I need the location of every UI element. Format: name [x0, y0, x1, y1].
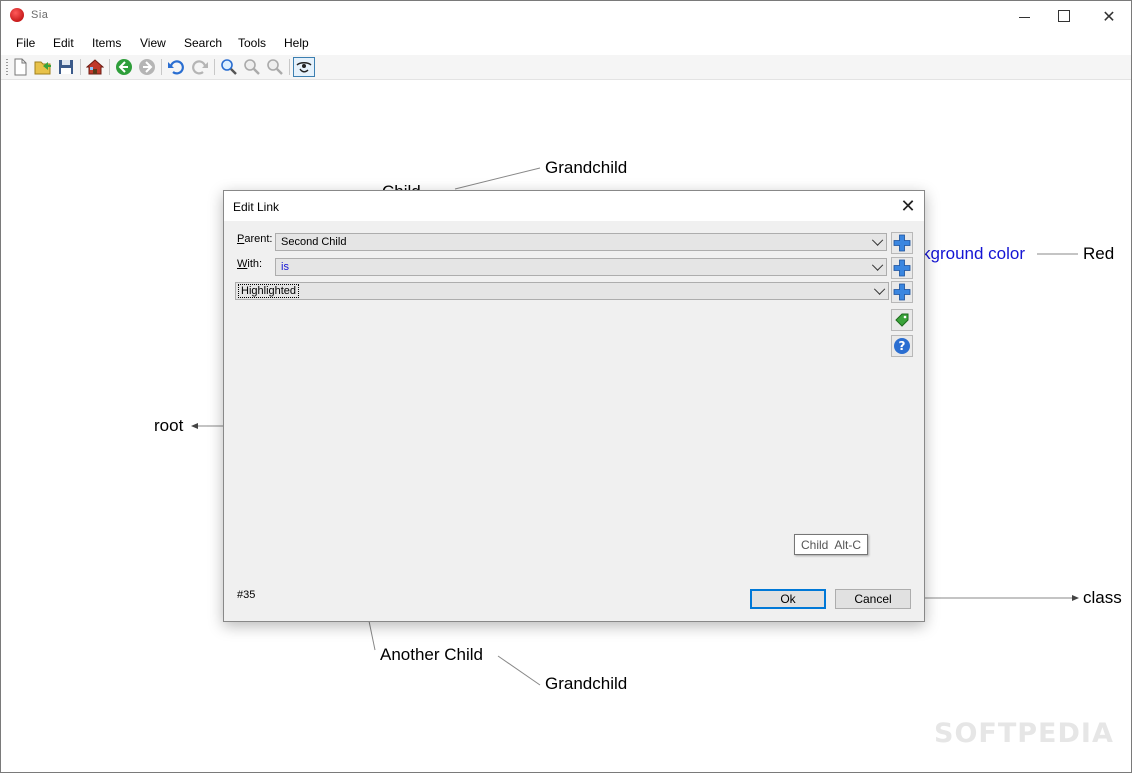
parent-combo-value: Second Child — [281, 236, 347, 248]
toolbar-separator — [80, 59, 81, 75]
record-number: #35 — [237, 589, 256, 601]
tooltip: Child Alt-C — [794, 534, 869, 555]
home-icon — [86, 59, 104, 75]
diagram-node-child[interactable]: Child — [382, 182, 421, 190]
diagram-node-another-child[interactable]: Another Child — [380, 645, 483, 665]
parent-combo[interactable]: Second Child — [275, 233, 887, 251]
zoom-out-icon — [267, 59, 283, 75]
title-bar: Sia ✕ — [1, 1, 1131, 31]
with-combo[interactable]: is — [275, 258, 887, 276]
close-window-button[interactable]: ✕ — [1086, 1, 1132, 31]
with-label-accel: W — [237, 258, 248, 270]
target-combo-value: Highlighted — [237, 284, 300, 298]
parent-label-text: arent: — [244, 233, 273, 245]
app-title: Sia — [31, 9, 49, 21]
help-button[interactable]: ? — [891, 335, 913, 357]
new-icon — [14, 58, 27, 76]
menu-tools[interactable]: Tools — [238, 36, 266, 50]
dialog-close-button[interactable]: ✕ — [894, 194, 922, 218]
back-icon — [116, 59, 132, 75]
undo-button[interactable] — [166, 57, 186, 77]
diagram-node-grandchild-bottom[interactable]: Grandchild — [545, 674, 627, 694]
toolbar — [1, 55, 1131, 80]
new-button[interactable] — [10, 57, 30, 77]
add-with-button[interactable] — [891, 257, 913, 279]
menu-file[interactable]: File — [16, 36, 35, 50]
chevron-down-icon — [873, 283, 886, 295]
ok-button[interactable]: Ok — [750, 589, 826, 609]
menu-items[interactable]: Items — [92, 36, 121, 50]
redo-button[interactable] — [190, 57, 210, 77]
softpedia-watermark: SOFTPEDIA — [934, 718, 1114, 749]
eye-icon — [296, 62, 312, 73]
edit-link-dialog: Edit Link ✕ Parent: Second Child With: i… — [223, 190, 925, 622]
plus-icon — [893, 259, 911, 277]
tag-button[interactable] — [891, 309, 913, 331]
forward-button[interactable] — [137, 57, 157, 77]
help-icon: ? — [894, 338, 910, 354]
toolbar-separator — [214, 59, 215, 75]
open-button[interactable] — [33, 57, 53, 77]
dialog-title-bar: Edit Link ✕ — [224, 191, 924, 221]
save-button[interactable] — [56, 57, 76, 77]
menu-view[interactable]: View — [140, 36, 166, 50]
diagram-node-class[interactable]: class — [1083, 588, 1122, 608]
diagram-node-red[interactable]: Red — [1083, 244, 1114, 264]
tag-icon — [895, 313, 909, 327]
dialog-title: Edit Link — [233, 200, 280, 214]
undo-icon — [168, 60, 184, 75]
view-mode-button[interactable] — [293, 57, 315, 77]
open-icon — [34, 61, 51, 75]
diagram-node-background-color[interactable]: kground color — [922, 244, 1025, 264]
add-parent-button[interactable] — [891, 232, 913, 254]
menu-edit[interactable]: Edit — [53, 36, 74, 50]
search-icon — [221, 59, 237, 75]
redo-icon — [192, 60, 208, 75]
maximize-button[interactable] — [1041, 1, 1087, 31]
diagram-node-grandchild-top[interactable]: Grandchild — [545, 158, 627, 178]
with-label: With: — [237, 258, 262, 270]
app-logo-icon — [10, 8, 24, 22]
back-button[interactable] — [114, 57, 134, 77]
cancel-button[interactable]: Cancel — [835, 589, 911, 609]
toolbar-separator — [161, 59, 162, 75]
search-button[interactable] — [219, 57, 239, 77]
minimize-icon — [1018, 16, 1030, 18]
zoom-out-button[interactable] — [265, 57, 285, 77]
home-button[interactable] — [85, 57, 105, 77]
diagram-node-root[interactable]: root — [154, 416, 183, 436]
plus-icon — [893, 283, 911, 301]
menu-bar: File Edit Items View Search Tools Help — [1, 32, 1131, 54]
plus-icon — [893, 234, 911, 252]
target-combo[interactable]: Highlighted — [235, 282, 889, 300]
zoom-in-icon — [244, 59, 260, 75]
chevron-down-icon — [871, 234, 884, 246]
toolbar-separator — [289, 59, 290, 75]
menu-search[interactable]: Search — [184, 36, 222, 50]
with-combo-value: is — [281, 261, 289, 273]
chevron-down-icon — [871, 259, 884, 271]
parent-label: Parent: — [237, 233, 272, 245]
zoom-in-button[interactable] — [242, 57, 262, 77]
add-target-button[interactable] — [891, 281, 913, 303]
toolbar-grip[interactable] — [6, 59, 8, 75]
with-label-text: ith: — [247, 258, 263, 270]
toolbar-separator — [109, 59, 110, 75]
menu-help[interactable]: Help — [284, 36, 309, 50]
forward-icon — [139, 59, 155, 75]
maximize-icon — [1058, 10, 1070, 22]
save-icon — [59, 60, 73, 74]
